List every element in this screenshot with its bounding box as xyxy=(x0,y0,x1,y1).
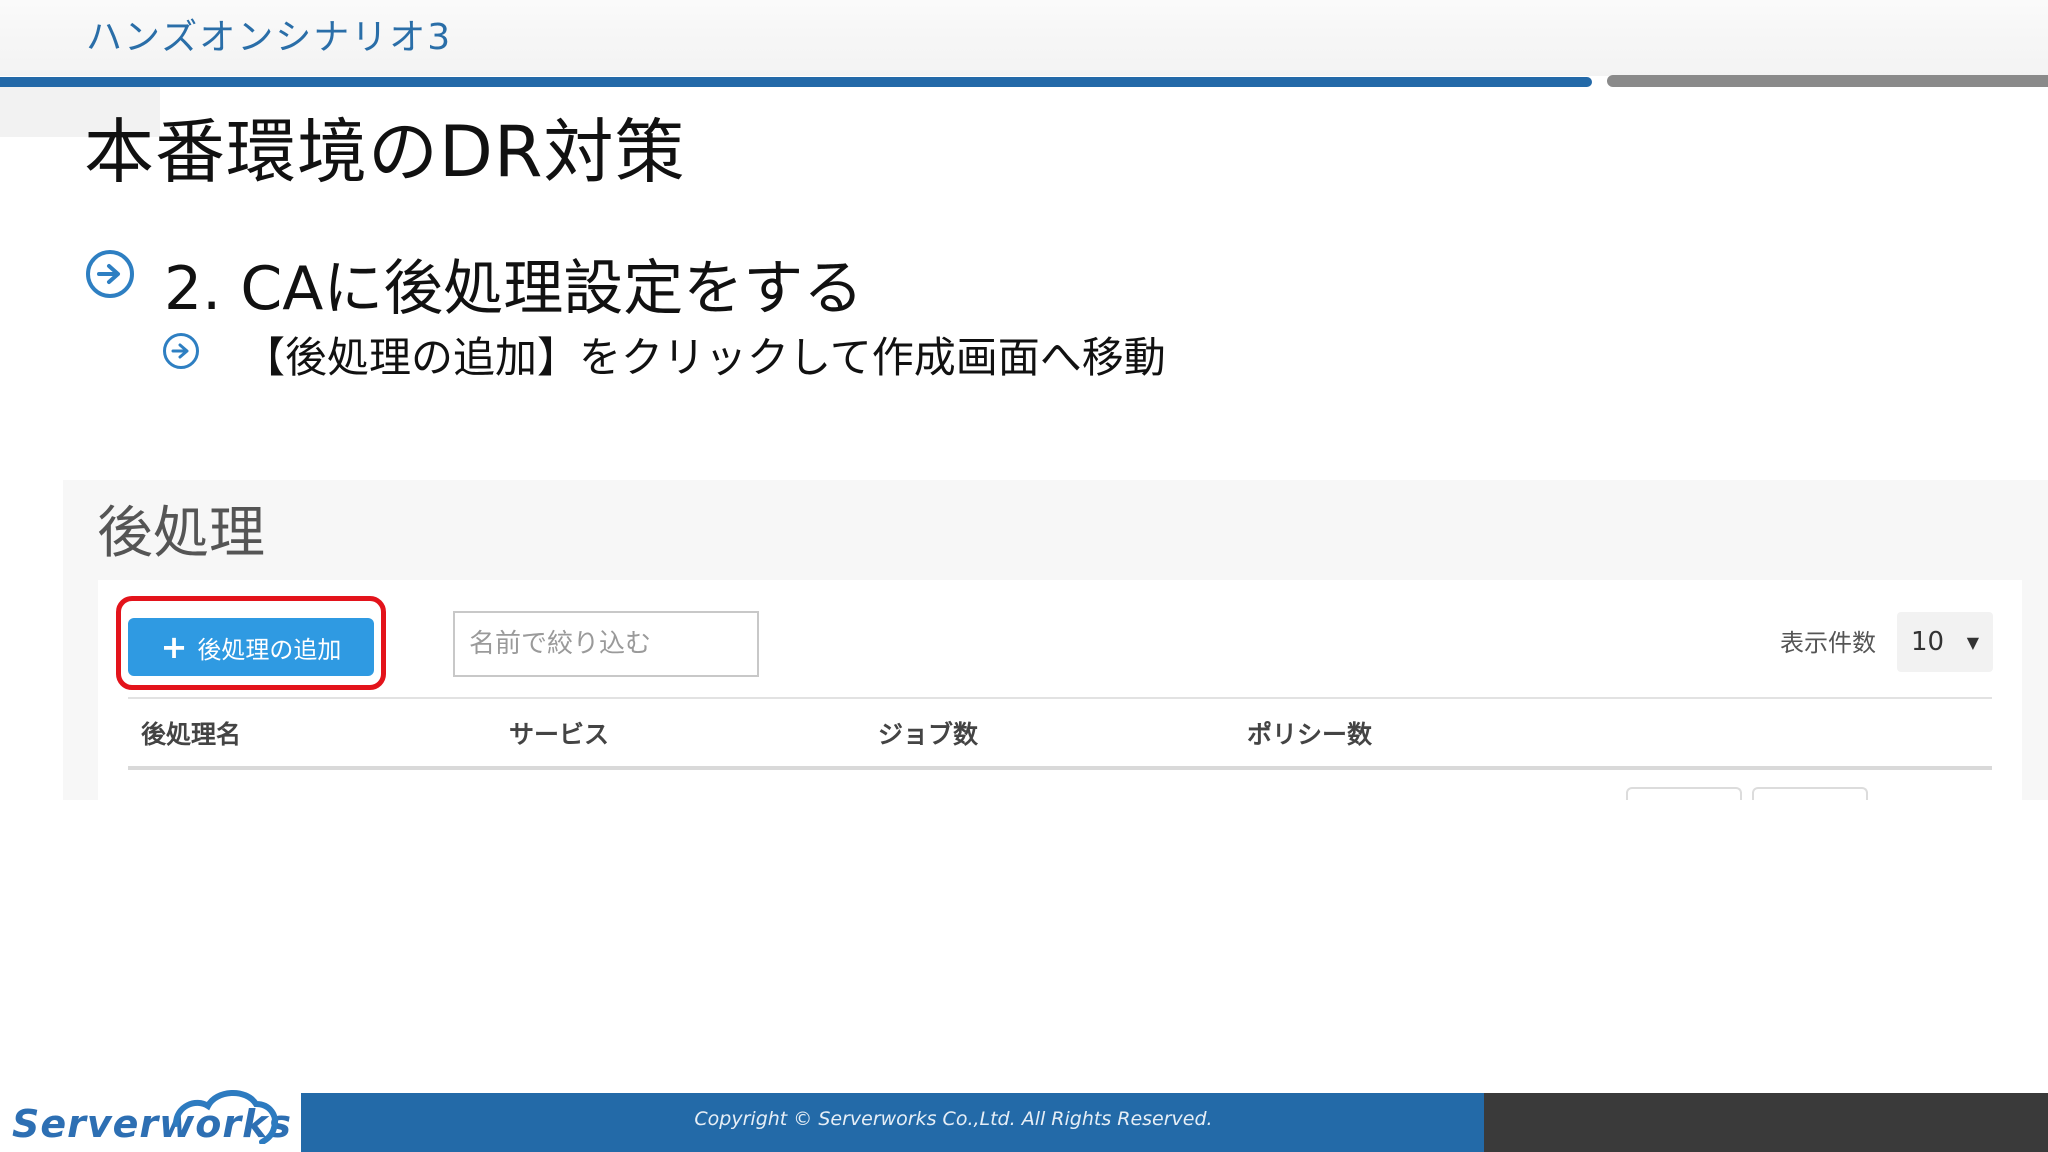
column-header-name[interactable]: 後処理名 xyxy=(141,715,241,751)
name-filter-input[interactable] xyxy=(453,611,759,677)
column-header-job-count[interactable]: ジョブ数 xyxy=(878,715,978,751)
cloud-logo-icon xyxy=(173,1089,278,1144)
bullet-sub: 【後処理の追加】をクリックして作成画面へ移動 xyxy=(243,333,1166,382)
table-header-rule xyxy=(128,766,1992,770)
progress-bar-blue xyxy=(0,77,1592,87)
divider xyxy=(128,697,1992,699)
bullet-main: 2. CAに後処理設定をする xyxy=(164,254,864,324)
pagination-button[interactable] xyxy=(1626,787,1742,800)
highlight-box xyxy=(116,596,386,690)
column-header-policy-count[interactable]: ポリシー数 xyxy=(1247,715,1372,751)
progress-bar-gray xyxy=(1607,75,2048,87)
arrow-circle-icon xyxy=(163,333,199,369)
screenshot-heading: 後処理 xyxy=(97,501,265,566)
caret-down-icon: ▼ xyxy=(1966,632,1979,652)
pagination-button[interactable] xyxy=(1752,787,1868,800)
per-page-label: 表示件数 xyxy=(1780,629,1876,657)
arrow-circle-icon xyxy=(86,250,134,298)
slide-title: 本番環境のDR対策 xyxy=(84,111,686,193)
per-page-value: 10 xyxy=(1911,627,1945,657)
series-title: ハンズオンシナリオ3 xyxy=(86,17,453,58)
copyright-text: Copyright © Serverworks Co.,Ltd. All Rig… xyxy=(694,1108,1213,1130)
column-header-service[interactable]: サービス xyxy=(509,715,609,751)
per-page-select[interactable]: 10 ▼ xyxy=(1897,612,1993,672)
